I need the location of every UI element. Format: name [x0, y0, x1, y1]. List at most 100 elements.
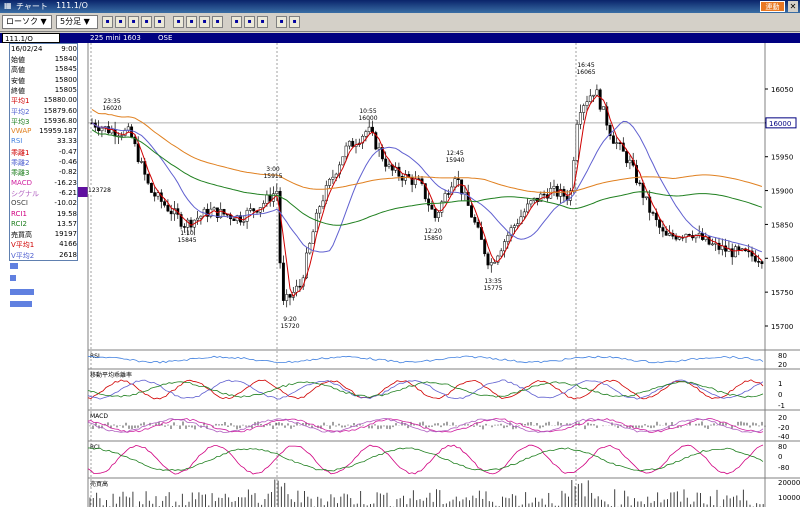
info-row: 乖離1 -0.47	[11, 148, 77, 157]
chart-type-select[interactable]: ローソク ▼	[2, 15, 52, 29]
parabolic-icon[interactable]: ▪	[154, 16, 165, 28]
symbol-bar: 111.1/O 225 mini 1603 OSE	[0, 33, 800, 43]
panel-tick-label: -1	[778, 402, 785, 410]
info-row: V平均2 2618	[11, 251, 77, 260]
panel-tick-label: 1	[778, 380, 782, 388]
settings-icon[interactable]: ▪	[199, 16, 210, 28]
cursor-icon[interactable]: ▪	[212, 16, 223, 28]
annotation-price: 16020	[102, 105, 121, 112]
price-tick-label: 15850	[771, 221, 793, 229]
info-row: OSCI -10.02	[11, 199, 77, 208]
info-label: 終値	[11, 86, 25, 95]
chart-window-icon: ▦	[4, 1, 12, 10]
bollinger-icon[interactable]: ▪	[128, 16, 139, 28]
info-row: 平均2 15879.60	[11, 107, 77, 116]
eraser-icon[interactable]: ▪	[257, 16, 268, 28]
volume-profile-bar	[10, 301, 32, 307]
candle	[281, 255, 285, 306]
volume-profile-bar	[10, 289, 34, 295]
info-value: 19197	[54, 230, 77, 239]
info-time: 9:00	[61, 45, 77, 53]
annotation-price: 15775	[483, 285, 502, 292]
info-row: RCI2 13.57	[11, 220, 77, 229]
panel-tick-label: 20	[778, 414, 787, 422]
info-label: 高値	[11, 66, 25, 75]
info-label: V平均2	[11, 251, 35, 260]
candle-icon[interactable]: ▪	[102, 16, 113, 28]
search-icon[interactable]: ▪	[276, 16, 287, 28]
info-label: 始値	[11, 56, 25, 64]
info-label: 平均1	[11, 97, 30, 106]
info-label: 乖離1	[11, 148, 30, 157]
info-row: 乖離2 -0.46	[11, 158, 77, 167]
panel-tick-label: -80	[778, 464, 789, 472]
info-value: 15840	[54, 55, 77, 63]
info-row: RSI 33.33	[11, 137, 77, 146]
panel-tick-label: 10000	[778, 494, 800, 502]
annotation-price: 15940	[445, 157, 464, 164]
volume-profile-bar	[10, 263, 18, 269]
price-tick-label: 16050	[771, 86, 793, 94]
info-row: VWAP 15959.187	[11, 127, 77, 136]
info-label: MACD	[11, 178, 32, 187]
panel-tick-label: 80	[778, 443, 787, 451]
price-tick-label: 15700	[771, 323, 793, 331]
symbol-input[interactable]: 111.1/O	[2, 33, 60, 43]
annotation-time: 10:55	[359, 108, 376, 115]
zoom-icon[interactable]: ▪	[289, 16, 300, 28]
info-value: -0.46	[58, 158, 77, 166]
sync-button[interactable]: 連動	[760, 1, 785, 12]
ohlc-info-panel: 16/02/24 9:00 始値 15840 高値 15845 安値 15800 終値 158…	[9, 43, 78, 261]
close-button[interactable]: ✕	[788, 1, 798, 12]
annotation-time: 13:35	[484, 278, 501, 285]
volume-profile-bar	[10, 275, 16, 281]
info-date: 16/02/24	[11, 45, 43, 53]
panel-tick-label: 20	[778, 361, 787, 369]
current-price-label: 16000	[769, 120, 791, 128]
info-value: 13.57	[56, 219, 77, 228]
info-value: 19.58	[56, 209, 77, 218]
price-tick-label: 15950	[771, 154, 793, 162]
annotation-price: 15850	[423, 235, 442, 242]
volume-profile-label: 123728	[88, 187, 111, 194]
window-symbol-title: 111.1/O	[56, 1, 88, 10]
candle	[575, 119, 579, 163]
pen-icon[interactable]: ▪	[244, 16, 255, 28]
toolbar: ローソク ▼ 5分足 ▼ ▪ ▪ ▪ ▪ ▪ ▪ ▪ ▪ ▪ ▪ ▪ ▪ ▪ ▪	[0, 13, 800, 32]
panel-label: 売買高	[90, 480, 108, 488]
line-icon[interactable]: ▪	[173, 16, 184, 28]
annotation-time: 23:35	[103, 98, 120, 105]
info-row: 終値 15805	[11, 86, 77, 95]
info-row: V平均1 4166	[11, 240, 77, 249]
panel-tick-label: -40	[778, 433, 789, 441]
price-tick-label: 15800	[771, 255, 793, 263]
info-value: 15959.187	[39, 127, 77, 136]
ichimoku-icon[interactable]: ▪	[141, 16, 152, 28]
crosshair-icon[interactable]: ▪	[231, 16, 242, 28]
info-label: V平均1	[11, 241, 35, 250]
info-row: シグナル -6.21	[11, 189, 77, 198]
info-value: 15800	[54, 75, 77, 84]
price-tick-label: 15750	[771, 289, 793, 297]
annotation-time: 3:00	[266, 166, 280, 173]
moving-average-icon[interactable]: ▪	[115, 16, 126, 28]
compare-icon[interactable]: ▪	[186, 16, 197, 28]
info-row: MACD -16.23	[11, 179, 77, 188]
annotation-price: 15845	[177, 237, 196, 244]
info-value: 15879.60	[43, 106, 77, 115]
panel-tick-label: 0	[778, 391, 782, 399]
info-label: RSI	[11, 137, 23, 146]
candle	[341, 156, 345, 166]
chart-area[interactable]: 23:35160201:10158453:00159159:201572010:…	[0, 43, 800, 507]
info-value: 15880.00	[43, 96, 77, 105]
panel-tick-label: 80	[778, 352, 787, 360]
annotation-time: 12:20	[424, 228, 441, 235]
interval-select[interactable]: 5分足 ▼	[56, 15, 98, 29]
info-value: 2618	[59, 250, 77, 259]
price-tick-label: 15900	[771, 188, 793, 196]
contract-name: 225 mini 1603	[90, 34, 141, 42]
info-value: 15805	[54, 85, 77, 94]
high-low-annotation: 13:3515775	[483, 278, 502, 292]
info-row: 安値 15800	[11, 76, 77, 85]
annotation-time: 16:45	[577, 62, 594, 69]
